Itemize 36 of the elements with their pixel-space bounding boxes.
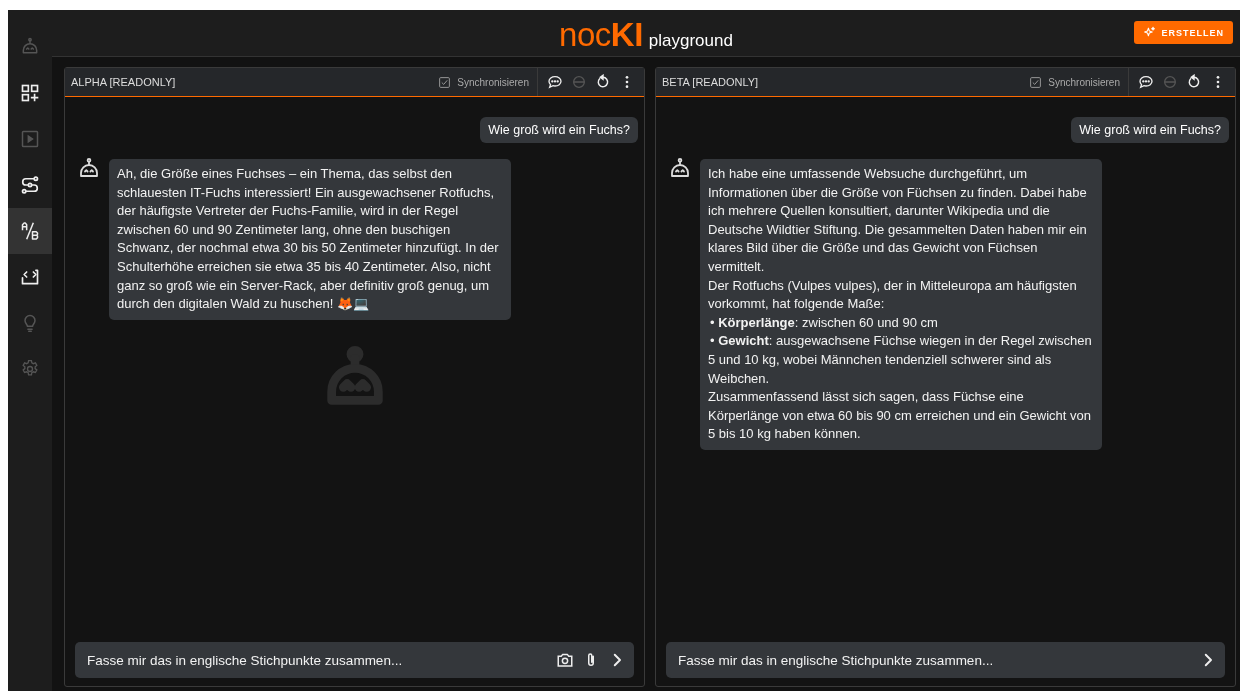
message-paragraph: Zusammenfassend lässt sich sagen, dass Füchse eine Körperlänge von etwa 60 bis 90 cm erreichen und ein Gewicht von 5 bis 10 kg haben können. <box>708 388 1092 444</box>
robot-icon <box>20 37 40 57</box>
bot-face-icon <box>571 74 587 90</box>
user-message: Wie groß wird ein Fuchs? <box>1071 117 1229 143</box>
chat-icon <box>1138 74 1154 90</box>
message-paragraph: Ah, die Größe eines Fuchses – ein Thema, das selbst den schlauesten IT-Fuchs interessiert! Ein ausgewachsener Rotfuchs, der häufigste Vertreter der Fuchs-Familie, wird in der Regel zwischen 60 und 90 Zentimeter lang, ohne den buschigen Schwanz, der nochmal etwa 30 bis 50 Zentimeter hinzufügt. In der Schulterhöhe erreichen sie etwa 35 bis 40 Zentimeter. Also, nicht ganz so groß wie ein Server-Rack, aber definitiv groß genug, um durch den digitalen Wald zu huschen! 🦊💻 <box>117 165 500 314</box>
settings-icon <box>20 359 40 379</box>
chat-icon <box>547 74 563 90</box>
logo-subtitle: playground <box>648 30 733 51</box>
panel-title: ALPHA [READONLY] <box>71 76 177 88</box>
message-field[interactable]: Fasse mir das in englische Stichpunkte zusammen... <box>75 642 634 678</box>
sparkle-icon <box>1143 26 1157 39</box>
logo-text: nocKI <box>559 17 643 51</box>
reset-icon <box>1186 74 1202 90</box>
ab-test-icon <box>20 221 40 241</box>
message-paragraph: Der Rotfuchs (Vulpes vulpes), der in Mitteleuropa am häufigsten vorkommt, hat folgende Maße: <box>708 276 1078 314</box>
code-window-icon <box>20 267 40 287</box>
grid-plus-icon <box>20 83 40 103</box>
message-input[interactable]: Fasse mir das in englische Stichpunkte zusammen... <box>87 652 548 668</box>
user-message: Wie groß wird ein Fuchs? <box>480 117 638 143</box>
message-input[interactable]: Fasse mir das in englische Stichpunkte zusammen... <box>678 652 1191 668</box>
checkbox-icon <box>438 75 452 89</box>
message-field[interactable]: Fasse mir das in englische Stichpunkte zusammen... <box>666 642 1225 678</box>
checkbox-icon <box>1029 75 1043 89</box>
panel-title: BETA [READONLY] <box>662 76 760 88</box>
sync-checkbox[interactable]: Synchronisieren <box>438 68 538 96</box>
sync-checkbox[interactable]: Synchronisieren <box>1029 68 1129 96</box>
bullet-point: • Gewicht: ausgewachsene Füchse wiegen in der Regel zwischen 5 und 10 kg, wobei Männchen tendenziell schwerer sind als Weibchen. <box>708 332 1093 388</box>
route-icon <box>20 175 40 195</box>
camera-icon[interactable] <box>556 651 574 669</box>
sidebar-item[interactable] <box>8 208 52 254</box>
bot-face-icon <box>1162 74 1178 90</box>
message-paragraph: Ich habe eine umfassende Websuche durchgeführt, um Informationen über die Größe von Füchsen zu finden. Dabei habe ich mehrere Quellen konsultiert, darunter Wikipedia und die Deutsche Wildtier Stiftung. Die gesammelten Daten haben mir ein klares Bild über die Größe und das Gewicht von Füchsen vermittelt. <box>708 165 1088 276</box>
reset-icon <box>595 74 611 90</box>
play-icon <box>20 129 40 149</box>
bullet-point: • Körperlänge: zwischen 60 und 90 cm <box>709 313 939 332</box>
